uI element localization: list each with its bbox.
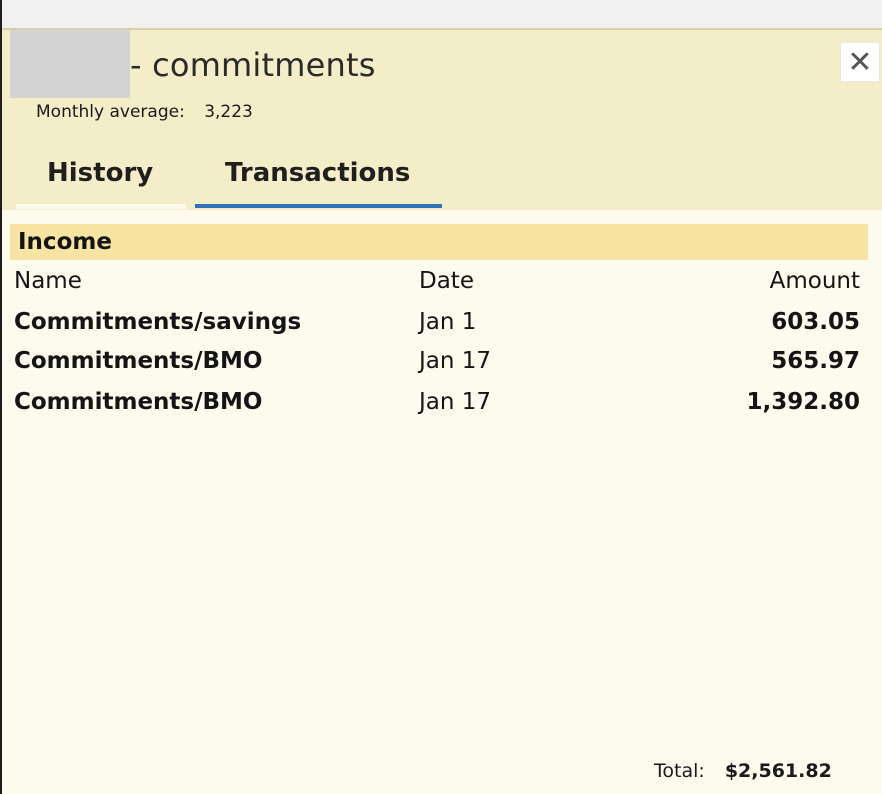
row-name: Commitments/BMO [14, 389, 263, 415]
column-header-amount[interactable]: Amount [770, 268, 860, 294]
row-date: Jan 17 [419, 389, 492, 415]
transactions-panel: Income Name Date Amount Commitments/savi… [6, 214, 872, 794]
row-name: Commitments/savings [14, 309, 302, 335]
column-header-date[interactable]: Date [419, 268, 474, 294]
total-value: $2,561.82 [724, 760, 832, 782]
tab-history-indicator [16, 204, 186, 209]
window-header: - commitments ✕ Monthly average: 3,223 H… [2, 30, 882, 210]
income-section-header[interactable]: Income [10, 224, 868, 260]
row-date: Jan 1 [419, 309, 477, 335]
income-section-title: Income [18, 229, 112, 255]
row-amount: 1,392.80 [746, 389, 861, 415]
tab-transactions[interactable]: Transactions [225, 158, 410, 188]
window-title: - commitments [130, 46, 376, 84]
row-amount: 603.05 [771, 309, 860, 335]
monthly-average: Monthly average: 3,223 [36, 102, 253, 122]
row-name: Commitments/BMO [14, 348, 263, 374]
top-strip [2, 0, 882, 30]
tab-transactions-active-indicator [195, 204, 442, 208]
commitments-window: - commitments ✕ Monthly average: 3,223 H… [0, 0, 882, 794]
close-icon: ✕ [847, 44, 873, 80]
tab-history[interactable]: History [47, 158, 153, 188]
monthly-average-value: 3,223 [204, 102, 253, 122]
row-date: Jan 17 [419, 348, 492, 374]
redacted-account-name [10, 30, 130, 98]
close-button[interactable]: ✕ [840, 42, 880, 82]
total-row: Total: $2,561.82 [654, 760, 832, 782]
total-label: Total: [654, 760, 705, 782]
monthly-average-label: Monthly average: [36, 102, 185, 122]
row-amount: 565.97 [771, 348, 860, 374]
column-header-name[interactable]: Name [14, 268, 82, 294]
